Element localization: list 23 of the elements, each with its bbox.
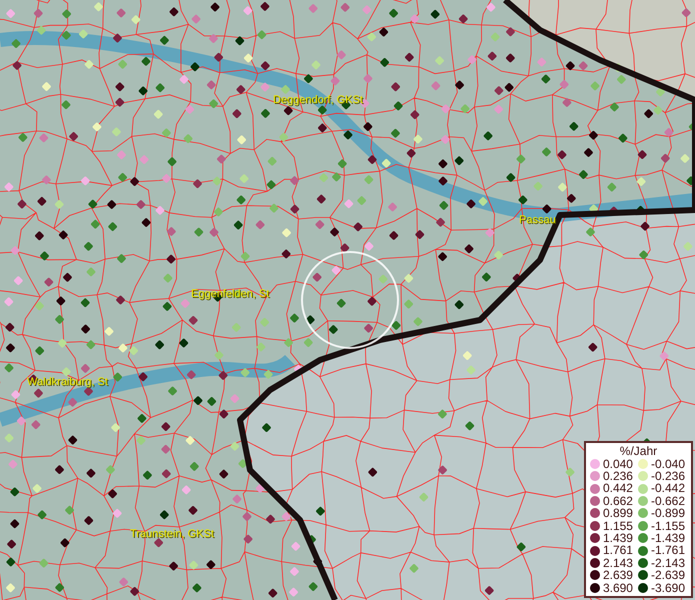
legend-value: 0.899 [602,507,633,520]
legend-title: %/Jahr [618,444,658,458]
legend-value: -0.662 [650,494,685,508]
legend-value: -2.639 [650,569,685,582]
legend-value: 1.155 [602,520,633,532]
legend-value: 0.040 [602,458,633,470]
legend-value: 0.236 [602,470,633,482]
legend-value: -1.439 [650,532,685,544]
legend-value: 2.639 [602,569,633,582]
legend-value: -3.690 [650,582,685,594]
legend-value: 3.690 [602,582,633,594]
legend-value: 0.662 [602,494,633,508]
legend-value: -0.040 [650,458,685,470]
legend-value: -2.143 [650,556,685,570]
legend-value: -1.155 [650,520,685,532]
legend-value: -1.761 [650,544,685,557]
legend-value: 0.442 [602,482,633,495]
legend-value: 2.143 [602,556,633,570]
legend-value: 1.761 [602,544,633,557]
legend-value: -0.236 [650,470,685,482]
legend-value: 1.439 [602,532,633,544]
legend-value: -0.899 [650,507,685,520]
legend-value: -0.442 [650,482,685,495]
